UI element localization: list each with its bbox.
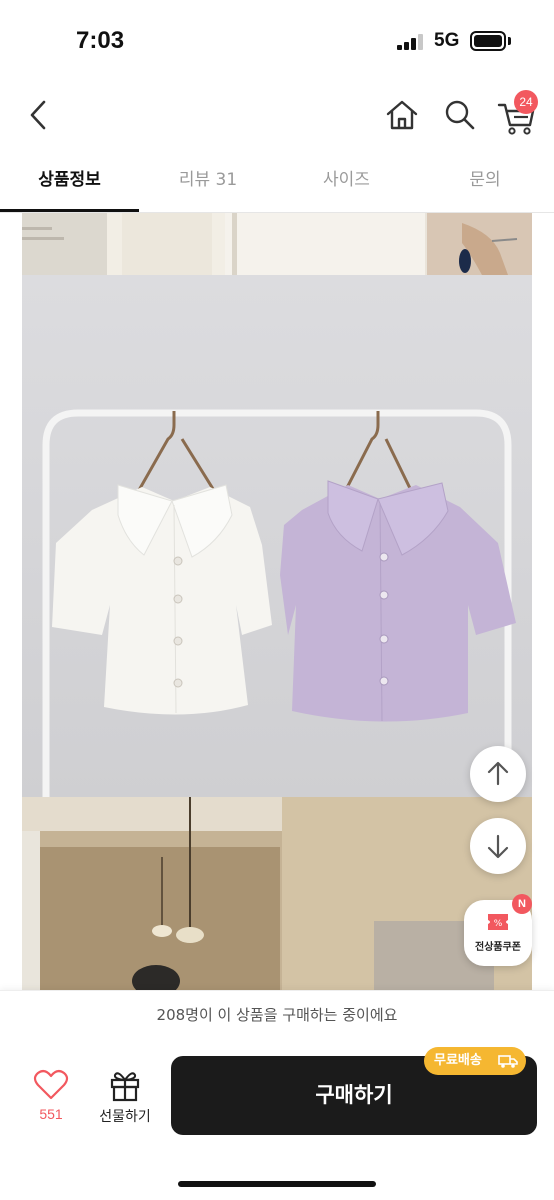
coupon-label: 전상품쿠폰	[475, 942, 521, 953]
search-icon	[445, 100, 475, 130]
home-icon	[386, 100, 418, 130]
signal-icon	[397, 34, 427, 50]
product-image-bottom	[22, 797, 532, 997]
battery-icon	[470, 31, 506, 51]
cart-count-badge: 24	[514, 90, 538, 114]
like-button[interactable]: 551	[26, 1068, 76, 1130]
back-button[interactable]	[22, 98, 56, 132]
arrow-down-icon	[487, 834, 509, 859]
like-count: 551	[39, 1106, 63, 1122]
heart-icon	[33, 1069, 69, 1100]
tab-product-info[interactable]: 상품정보	[0, 150, 139, 212]
status-time: 7:03	[76, 27, 125, 54]
truck-icon	[498, 1055, 518, 1068]
product-photo-room	[22, 797, 532, 997]
network-label: 5G	[434, 30, 460, 51]
tab-bar: 상품정보 리뷰 31 사이즈 문의	[0, 150, 554, 213]
svg-text:%: %	[494, 919, 503, 929]
home-button[interactable]	[382, 95, 422, 135]
arrow-up-icon	[487, 761, 509, 786]
gift-icon	[110, 1072, 140, 1102]
product-photo-top	[22, 213, 532, 275]
gift-label: 선물하기	[99, 1109, 151, 1125]
gift-button[interactable]: 선물하기	[90, 1068, 160, 1130]
coupon-new-badge: N	[512, 894, 532, 914]
product-image-top	[22, 213, 532, 275]
home-indicator	[178, 1181, 376, 1187]
search-button[interactable]	[440, 95, 480, 135]
tab-size[interactable]: 사이즈	[277, 150, 416, 212]
purchase-info-strip: 208명이 이 상품을 구매하는 중이에요	[0, 990, 554, 1038]
tab-inquiry[interactable]: 문의	[416, 150, 554, 212]
chevron-left-icon	[30, 100, 46, 130]
tab-reviews[interactable]: 리뷰 31	[139, 150, 277, 212]
product-image-main	[22, 275, 532, 797]
scroll-bottom-button[interactable]	[470, 818, 526, 874]
free-shipping-badge: 무료배송	[424, 1047, 526, 1075]
product-photo-blouses	[22, 275, 532, 797]
active-tab-indicator	[0, 209, 139, 212]
header	[0, 80, 554, 150]
free-shipping-label: 무료배송	[434, 1053, 482, 1068]
product-page: 7:03 5G 24 상품정보 리뷰 31 사이즈 문의 % 전상품쿠폰 N 2…	[0, 0, 554, 1200]
purchase-info-text: 208명이 이 상품을 구매하는 중이에요	[156, 1006, 398, 1024]
status-bar: 7:03 5G	[0, 0, 554, 80]
battery-tip	[508, 37, 511, 45]
scroll-top-button[interactable]	[470, 746, 526, 802]
